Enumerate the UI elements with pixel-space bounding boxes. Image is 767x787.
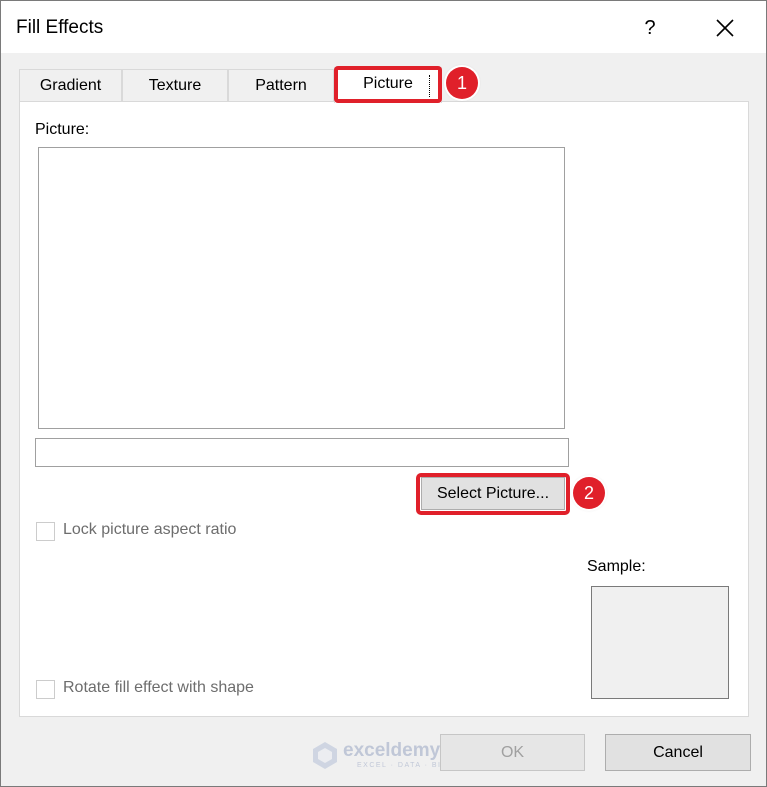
cancel-button[interactable]: Cancel bbox=[605, 734, 751, 771]
help-button[interactable]: ? bbox=[628, 9, 672, 47]
lock-aspect-ratio-option[interactable]: Lock picture aspect ratio bbox=[36, 521, 296, 543]
title-bar: Fill Effects ? bbox=[1, 1, 766, 53]
watermark-tagline: EXCEL · DATA · BI bbox=[357, 762, 442, 769]
tab-picture-highlight bbox=[334, 66, 442, 103]
rotate-fill-option[interactable]: Rotate fill effect with shape bbox=[36, 679, 296, 701]
close-icon bbox=[716, 19, 734, 37]
picture-preview bbox=[38, 147, 565, 429]
lock-aspect-ratio-label: Lock picture aspect ratio bbox=[63, 521, 237, 538]
picture-name-field bbox=[35, 438, 569, 467]
tab-texture[interactable]: Texture bbox=[122, 69, 228, 101]
exceldemy-watermark: exceldemy EXCEL · DATA · BI bbox=[311, 740, 461, 772]
fill-effects-dialog: Fill Effects ? Gradient Texture Pattern … bbox=[0, 0, 767, 787]
ok-button[interactable]: OK bbox=[440, 734, 585, 771]
focus-indicator bbox=[429, 75, 430, 97]
watermark-name: exceldemy bbox=[343, 740, 441, 761]
rotate-fill-label: Rotate fill effect with shape bbox=[63, 679, 254, 696]
step-1-callout: 1 bbox=[446, 67, 478, 99]
tab-gradient[interactable]: Gradient bbox=[19, 69, 122, 101]
rotate-fill-checkbox[interactable] bbox=[36, 680, 55, 699]
exceldemy-logo-icon bbox=[313, 742, 337, 769]
sample-preview bbox=[591, 586, 729, 699]
picture-label: Picture: bbox=[35, 121, 90, 138]
lock-aspect-ratio-checkbox[interactable] bbox=[36, 522, 55, 541]
close-button[interactable] bbox=[701, 9, 749, 47]
dialog-title: Fill Effects bbox=[16, 17, 104, 38]
tab-pattern[interactable]: Pattern bbox=[228, 69, 334, 101]
select-picture-highlight bbox=[416, 473, 570, 515]
sample-label: Sample: bbox=[587, 558, 646, 575]
step-2-callout: 2 bbox=[573, 477, 605, 509]
